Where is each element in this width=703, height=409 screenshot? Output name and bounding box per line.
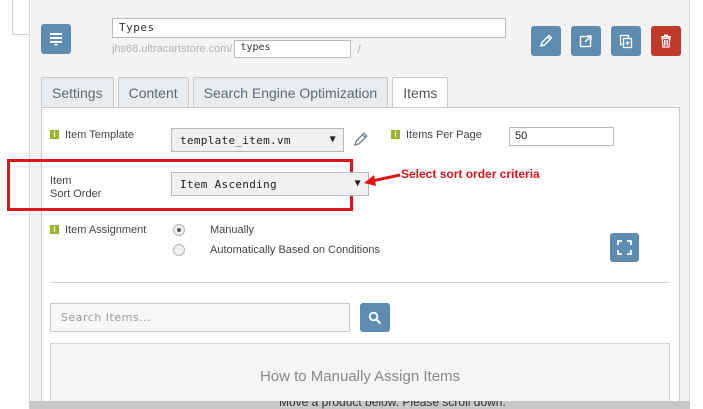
search-icon [368,311,382,324]
pencil-icon [354,132,368,146]
bottom-bar: Move a product below. Please scroll down… [29,401,690,409]
copy-icon [619,34,633,49]
external-link-icon [579,35,592,48]
title-input[interactable]: Types [112,18,506,38]
radio-automatic[interactable] [173,244,185,256]
frame-line [12,34,30,35]
fullscreen-icon [617,240,632,255]
info-icon[interactable]: i [391,130,400,139]
tab-seo[interactable]: Search Engine Optimization [192,77,389,107]
open-link-button[interactable] [571,26,601,56]
tab-settings[interactable]: Settings [41,77,114,107]
list-icon-glyph [50,33,62,46]
annotation-arrow-icon [364,173,401,186]
caret-down-icon: ▼ [329,134,336,145]
url-row: jhs68.ultracartstore.com/ types / [112,40,361,58]
search-button[interactable] [360,303,390,332]
search-items-input[interactable]: Search Items... [50,303,350,332]
items-per-page-label: i Items Per Page [391,129,482,142]
sort-order-select[interactable]: Item Ascending ▼ [171,172,369,196]
slug-input[interactable]: types [234,40,352,58]
item-template-value: template_item.vm [180,133,291,147]
info-icon[interactable]: i [50,130,59,139]
tab-bar: Settings Content Search Engine Optimizat… [41,77,449,108]
item-template-label-text: Item Template [65,129,134,141]
frame-line [12,0,13,34]
edit-template-icon[interactable] [352,130,370,148]
radio-automatic-label: Automatically Based on Conditions [210,244,380,256]
item-assignment-label-text: Item Assignment [65,224,147,236]
info-icon[interactable]: i [50,225,59,234]
fullscreen-button[interactable] [610,233,639,262]
radio-manually-label: Manually [210,224,255,236]
caret-down-icon: ▼ [354,178,361,189]
item-template-label: i Item Template [50,129,134,142]
sort-order-value: Item Ascending [180,177,277,191]
sort-order-label-line2: Sort Order [50,188,102,200]
item-template-select[interactable]: template_item.vm ▼ [171,128,344,152]
item-assignment-label: i Item Assignment [50,224,146,237]
tab-content[interactable]: Content [117,77,189,107]
list-icon[interactable] [41,24,71,54]
url-base: jhs68.ultracartstore.com/ [112,43,233,55]
url-suffix: / [357,42,361,56]
delete-button[interactable] [651,26,681,56]
annotation-text: Select sort order criteria [401,167,540,181]
pencil-icon [539,34,553,48]
sort-order-label: Item Sort Order [50,175,101,201]
help-cutoff-text: Move a product below. Please scroll down… [279,401,506,409]
items-per-page-input[interactable]: 50 [509,127,614,146]
edit-button[interactable] [531,26,561,56]
trash-icon [661,34,671,48]
sort-order-label-line1: Item [50,175,72,187]
manual-assign-help: How to Manually Assign Items [50,343,670,409]
items-per-page-label-text: Items Per Page [406,129,482,141]
section-divider [50,282,670,283]
copy-button[interactable] [611,26,641,56]
tab-items[interactable]: Items [392,77,449,108]
help-title: How to Manually Assign Items [259,368,461,385]
radio-manually[interactable] [173,224,185,236]
